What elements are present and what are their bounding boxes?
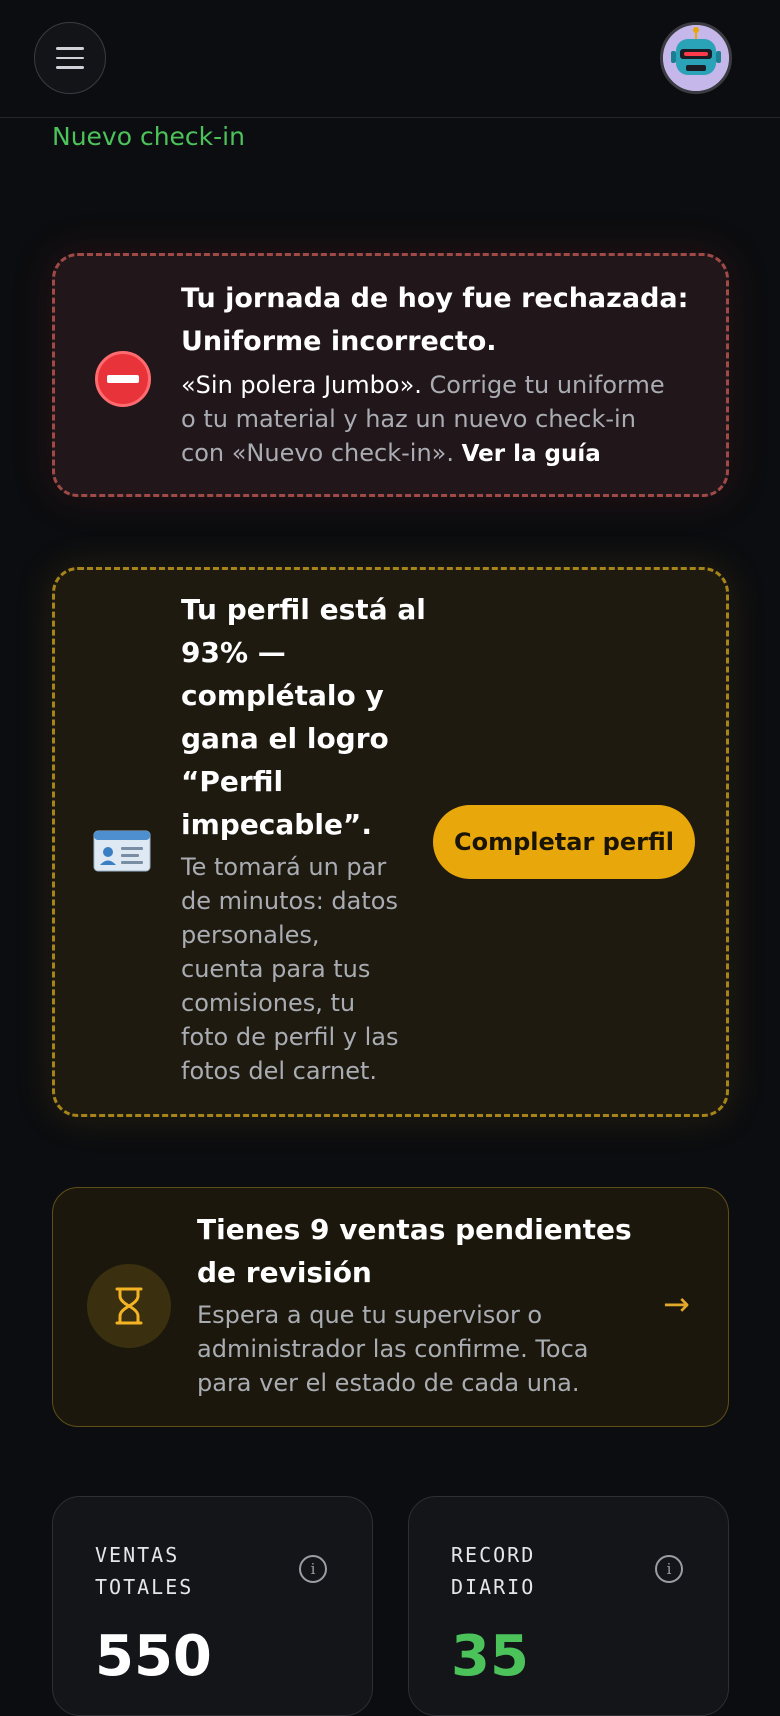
top-bar (0, 0, 780, 118)
stat-label-line: DIARIO (451, 1575, 536, 1599)
stat-label-line: VENTAS (95, 1543, 180, 1567)
info-icon[interactable]: i (655, 1555, 683, 1583)
pending-sales-card[interactable]: Tienes 9 ventas pendientes de revisión E… (52, 1187, 729, 1427)
complete-profile-button[interactable]: Completar perfil (433, 805, 695, 879)
arrow-right-icon[interactable]: → (663, 1288, 690, 1320)
pending-body-line: Espera a que tu supervisor o (197, 1301, 543, 1329)
robot-avatar-icon (663, 25, 729, 91)
profile-body-line: de minutos: datos (181, 887, 398, 915)
profile-title-line: complétalo y (181, 679, 384, 712)
stat-card-daily-record: RECORD DIARIO i 35 (408, 1496, 729, 1716)
profile-title-line: Tu perfil está al (181, 593, 426, 626)
no-entry-icon (95, 351, 151, 407)
profile-title-line: “Perfil (181, 765, 284, 798)
pending-title-line: de revisión (197, 1256, 372, 1289)
profile-title-line: gana el logro (181, 722, 389, 755)
pending-body-line: administrador las confirme. Toca (197, 1335, 589, 1363)
profile-alert-body: Te tomará un par de minutos: datos perso… (181, 850, 398, 1088)
profile-title-line: 93% — (181, 636, 286, 669)
pending-sales-title: Tienes 9 ventas pendientes de revisión (197, 1208, 632, 1294)
menu-button[interactable] (34, 22, 106, 94)
profile-body-line: foto de perfil y las (181, 1023, 399, 1051)
hourglass-icon (115, 1287, 143, 1325)
new-checkin-link[interactable]: Nuevo check-in (52, 122, 245, 151)
pending-title-line: Tienes 9 ventas pendientes (197, 1213, 632, 1246)
rejected-body-text: o tu material y haz un nuevo check-in (181, 405, 636, 433)
id-card-icon (93, 830, 151, 872)
rejected-title-line: Uniforme incorrecto. (181, 326, 497, 357)
rejected-alert-title: Tu jornada de hoy fue rechazada: Uniform… (181, 277, 688, 363)
stat-value: 550 (95, 1624, 212, 1689)
stat-label: VENTAS TOTALES (95, 1539, 275, 1603)
rejected-alert-body: «Sin polera Jumbo». Corrige tu uniforme … (181, 368, 701, 471)
hourglass-badge (87, 1264, 171, 1348)
avatar[interactable] (660, 22, 732, 94)
stat-label-line: TOTALES (95, 1575, 194, 1599)
hamburger-icon (56, 47, 84, 69)
rejected-alert-card: Tu jornada de hoy fue rechazada: Uniform… (52, 253, 729, 497)
profile-title-line: impecable”. (181, 808, 372, 841)
pending-sales-body: Espera a que tu supervisor o administrad… (197, 1298, 589, 1400)
stat-label: RECORD DIARIO (451, 1539, 631, 1603)
profile-body-line: personales, (181, 921, 320, 949)
profile-body-line: comisiones, tu (181, 989, 356, 1017)
stat-value: 35 (451, 1624, 529, 1689)
pending-body-line: para ver el estado de cada una. (197, 1369, 580, 1397)
info-icon[interactable]: i (299, 1555, 327, 1583)
rejected-title-line: Tu jornada de hoy fue rechazada: (181, 283, 689, 314)
profile-alert-card: Tu perfil está al 93% — complétalo y gan… (52, 567, 729, 1117)
stat-label-line: RECORD (451, 1543, 536, 1567)
stat-card-total-sales: VENTAS TOTALES i 550 (52, 1496, 373, 1716)
profile-body-line: Te tomará un par (181, 853, 387, 881)
profile-alert-title: Tu perfil está al 93% — complétalo y gan… (181, 588, 426, 846)
guide-link[interactable]: Ver la guía (462, 441, 601, 467)
rejected-reason: «Sin polera Jumbo». (181, 371, 422, 399)
profile-body-line: fotos del carnet. (181, 1057, 378, 1085)
profile-body-line: cuenta para tus (181, 955, 371, 983)
rejected-body-text: con «Nuevo check-in». (181, 439, 454, 467)
rejected-body-text: Corrige tu uniforme (421, 371, 665, 399)
